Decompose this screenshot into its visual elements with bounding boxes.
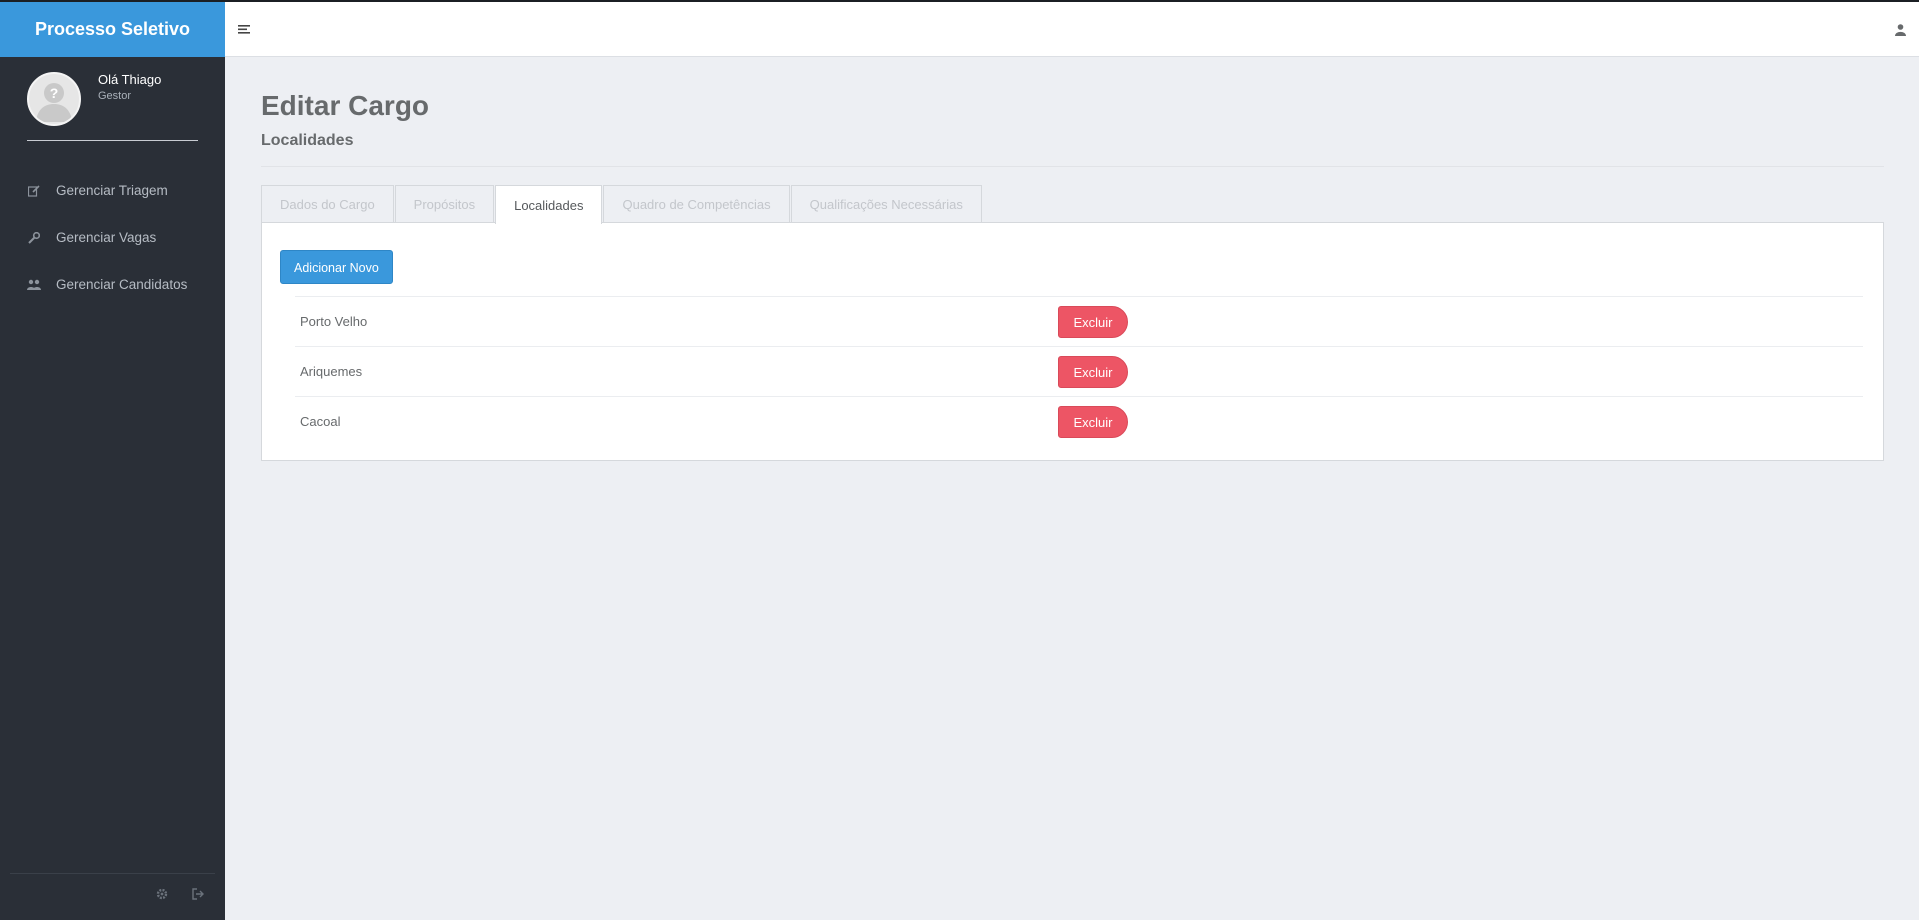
user-role: Gestor: [98, 90, 132, 102]
localidade-name: Cacoal: [300, 414, 341, 429]
users-icon: [27, 278, 41, 292]
localidade-name: Ariquemes: [300, 364, 363, 379]
tab-bar: Dados do Cargo Propósitos Localidades Qu…: [261, 185, 1884, 224]
tab-propositos[interactable]: Propósitos: [394, 185, 495, 223]
add-new-button[interactable]: Adicionar Novo: [280, 250, 393, 284]
main-content: Editar Cargo Localidades Dados do Cargo …: [261, 57, 1884, 461]
table-row: Cacoal Excluir: [295, 396, 1863, 446]
tab-quadro-de-competencias[interactable]: Quadro de Competências: [603, 185, 790, 223]
sidebar-item-gerenciar-triagem[interactable]: Gerenciar Triagem: [0, 167, 225, 214]
menu-toggle-icon[interactable]: [238, 23, 252, 35]
delete-button[interactable]: Excluir: [1058, 405, 1128, 438]
tab-qualificacoes-necessarias[interactable]: Qualificações Necessárias: [790, 185, 982, 223]
wrench-icon: [27, 231, 41, 245]
sidebar-footer: [10, 873, 215, 920]
sidebar-item-gerenciar-vagas[interactable]: Gerenciar Vagas: [0, 214, 225, 261]
sidebar-item-label: Gerenciar Vagas: [56, 230, 157, 245]
svg-text:?: ?: [50, 85, 59, 101]
page-title: Editar Cargo: [261, 90, 430, 121]
tab-localidades[interactable]: Localidades: [495, 185, 603, 224]
sidebar-item-label: Gerenciar Candidatos: [56, 277, 188, 292]
topbar: [225, 2, 1919, 57]
page-subtitle: Localidades: [261, 132, 354, 149]
user-profile: ? Olá Thiago Gestor: [0, 57, 225, 144]
sidebar-item-label: Gerenciar Triagem: [56, 183, 168, 198]
user-divider: [27, 140, 198, 141]
delete-button[interactable]: Excluir: [1058, 355, 1128, 388]
user-greeting: Olá Thiago: [98, 72, 162, 87]
gear-icon[interactable]: [156, 887, 169, 900]
user-icon[interactable]: [1895, 23, 1907, 36]
localidades-table: Porto Velho Excluir Ariquemes Excluir Ca…: [295, 296, 1863, 446]
brand-title[interactable]: Processo Seletivo: [0, 2, 225, 57]
table-row: Porto Velho Excluir: [295, 296, 1863, 346]
delete-button[interactable]: Excluir: [1058, 305, 1128, 338]
localidade-name: Porto Velho: [300, 314, 368, 329]
table-row: Ariquemes Excluir: [295, 346, 1863, 396]
sidebar-item-gerenciar-candidatos[interactable]: Gerenciar Candidatos: [0, 261, 225, 308]
sidebar-nav: Gerenciar Triagem Gerenciar Vagas Gerenc…: [0, 167, 225, 308]
logout-icon[interactable]: [192, 887, 205, 900]
title-divider: [261, 166, 1884, 167]
avatar[interactable]: ?: [27, 72, 81, 126]
tab-panel-localidades: Adicionar Novo Porto Velho Excluir Ariqu…: [261, 222, 1884, 461]
sidebar: Processo Seletivo ? Olá Thiago Gestor Ge…: [0, 2, 225, 920]
edit-icon: [27, 184, 41, 198]
tab-dados-do-cargo[interactable]: Dados do Cargo: [261, 185, 394, 223]
unknown-user-icon: ?: [36, 83, 72, 122]
